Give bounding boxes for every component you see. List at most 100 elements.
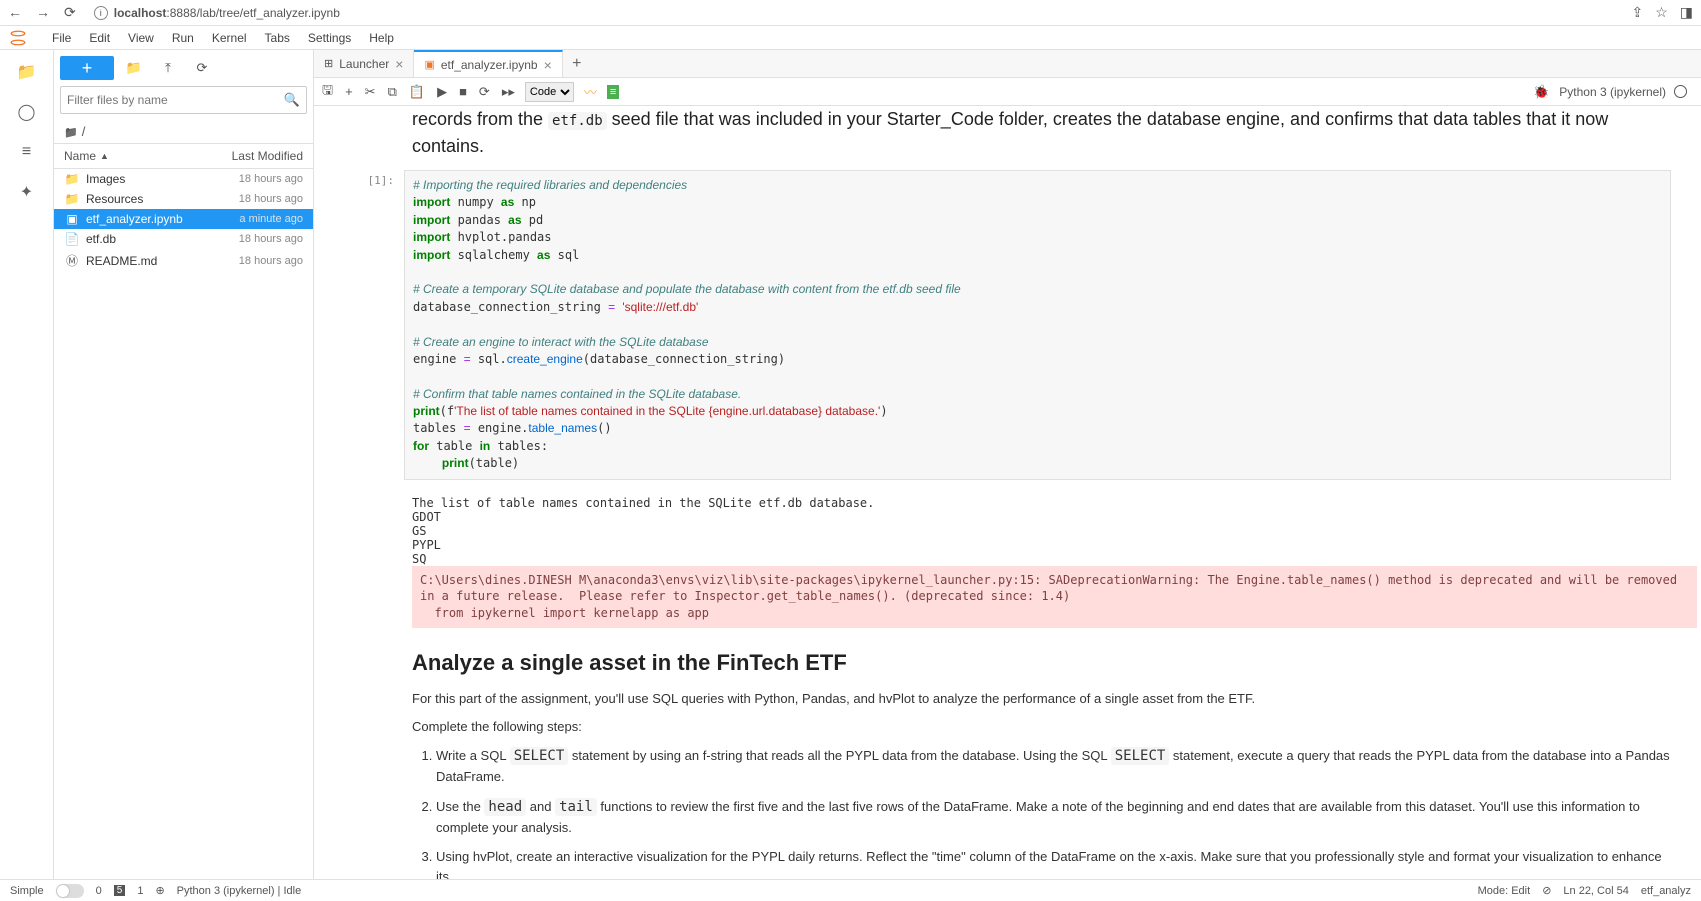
back-icon[interactable]: ← [8,4,22,21]
menu-file[interactable]: File [52,31,71,45]
file-item[interactable]: 📄 etf.db18 hours ago [54,229,313,249]
tab-bar: ⊞ Launcher × etf_analyzer.ipynb × + [314,50,1701,78]
refresh-icon[interactable]: ⟳ [188,56,216,80]
file-type-icon: ▣ [64,212,80,226]
kernel-status-icon[interactable] [1674,85,1687,98]
running-icon[interactable]: ◯ [17,102,37,122]
markdown-cell-section[interactable]: Analyze a single asset in the FinTech ET… [314,646,1701,879]
col-modified[interactable]: Last Modified [232,149,303,163]
url-bar[interactable]: i localhost:8888/lab/tree/etf_analyzer.i… [86,6,1622,20]
breadcrumb[interactable]: / [54,120,313,143]
menu-tabs[interactable]: Tabs [265,31,290,45]
file-name: etf.db [86,232,239,246]
file-item[interactable]: 📁Resources18 hours ago [54,189,313,209]
list-item: Write a SQL SELECT statement by using an… [436,746,1671,787]
file-type-icon: 📄 [64,232,80,246]
stop-icon[interactable]: ■ [457,84,469,99]
paste-icon[interactable]: 📋 [407,84,427,100]
file-modified: a minute ago [239,213,303,225]
list-item: Using hvPlot, create an interactive visu… [436,847,1671,879]
file-list: 📁Images18 hours ago📁Resources18 hours ag… [54,169,313,879]
star-icon[interactable]: ☆ [1655,4,1668,21]
status-bar: Simple 0 5 1 ⊕ Python 3 (ipykernel) | Id… [0,879,1701,901]
new-launcher-button[interactable]: + [60,56,114,80]
file-item[interactable]: ▣etf_analyzer.ipynba minute ago [54,209,313,229]
reload-icon[interactable]: ⟳ [64,4,76,21]
add-cell-icon[interactable]: + [343,84,355,99]
cell-output-text: The list of table names contained in the… [314,490,1701,566]
notebook-icon [424,58,434,71]
status-count-box: 5 [114,885,126,896]
file-modified: 18 hours ago [239,233,303,245]
close-icon[interactable]: × [395,56,403,72]
filter-input[interactable] [67,93,284,107]
code-editor[interactable]: # Importing the required libraries and d… [404,170,1671,480]
notebook-toolbar: 🖫 + ✂ ⧉ 📋 ▶ ■ ⟳ ▸▸ Code 〰 ≡ 🐞 Python 3 (… [314,78,1701,106]
menu-edit[interactable]: Edit [89,31,110,45]
menu-view[interactable]: View [128,31,154,45]
panel-icon[interactable]: ◨ [1680,4,1693,21]
forward-icon[interactable]: → [36,4,50,21]
menu-run[interactable]: Run [172,31,194,45]
tab-launcher[interactable]: ⊞ Launcher × [314,50,414,77]
toc-icon[interactable]: ≡ [17,142,37,162]
cut-icon[interactable]: ✂ [363,84,378,100]
menu-kernel[interactable]: Kernel [212,31,247,45]
restart-icon[interactable]: ⟳ [477,84,492,100]
md-text: records from the [412,109,548,129]
bell-icon[interactable]: ⊘ [1542,884,1551,897]
bug-icon[interactable]: 🐞 [1531,84,1551,100]
share-icon[interactable]: ⇪ [1631,4,1643,21]
list-item: Use the head and tail functions to revie… [436,797,1671,838]
status-count: 0 [96,885,102,897]
file-modified: 18 hours ago [239,255,303,267]
run-icon[interactable]: ▶ [435,84,449,100]
file-type-icon: 📁 [64,172,80,186]
file-browser: + 📁 ⤒ ⟳ 🔍 / Name ▲ Last Modified 📁 Images… [54,50,314,879]
filter-input-wrapper[interactable]: 🔍 [60,86,307,114]
upload-icon[interactable]: ⤒ [154,56,182,80]
fast-forward-icon[interactable]: ▸▸ [500,84,517,100]
chart-icon[interactable]: 〰 [582,82,599,101]
cell-prompt: [1]: [344,170,404,480]
file-modified: 18 hours ago [239,193,303,205]
markdown-cell-top[interactable]: records from the etf.db seed file that w… [314,106,1701,170]
tab-label: etf_analyzer.ipynb [441,58,538,72]
status-count: 1 [137,885,143,897]
section-heading: Analyze a single asset in the FinTech ET… [412,646,1671,679]
info-icon[interactable]: i [94,6,108,20]
file-item[interactable]: 📁 Images18 hours ago [54,169,313,189]
menu-help[interactable]: Help [369,31,394,45]
file-name: Images [86,172,239,186]
tab-label: Launcher [339,57,389,71]
home-folder-icon[interactable] [64,124,78,139]
copy-icon[interactable]: ⧉ [386,84,399,100]
tab-notebook[interactable]: etf_analyzer.ipynb × [414,50,562,77]
cell-output-warning: C:\Users\dines.DINESH M\anaconda3\envs\v… [412,566,1697,628]
kernel-name[interactable]: Python 3 (ipykernel) [1559,85,1666,99]
close-icon[interactable]: × [544,57,552,73]
menu-settings[interactable]: Settings [308,31,351,45]
extension-icon[interactable]: ✦ [17,182,37,202]
simple-toggle[interactable] [56,884,84,898]
col-name[interactable]: Name [64,149,96,163]
add-tab-button[interactable]: + [563,50,591,77]
launcher-icon: ⊞ [324,57,333,70]
cell-type-select[interactable]: Code [525,82,574,102]
notebook-body[interactable]: records from the etf.db seed file that w… [314,106,1701,879]
render-icon[interactable]: ≡ [607,85,619,99]
jupyter-menu-bar: File Edit View Run Kernel Tabs Settings … [0,26,1701,50]
url-host: localhost [114,6,167,20]
code-cell[interactable]: [1]: # Importing the required libraries … [314,170,1701,490]
save-icon[interactable]: 🖫 [320,81,335,103]
file-name: README.md [86,254,239,268]
simple-label: Simple [10,885,44,897]
status-cursor: Ln 22, Col 54 [1563,885,1628,897]
folder-icon[interactable]: 📁 [17,62,37,82]
url-path: :8888/lab/tree/etf_analyzer.ipynb [166,6,339,20]
sort-icon[interactable]: ▲ [100,151,109,161]
file-modified: 18 hours ago [239,173,303,185]
status-kernel[interactable]: Python 3 (ipykernel) | Idle [177,885,302,897]
file-item[interactable]: ⓂREADME.md18 hours ago [54,249,313,272]
new-folder-icon[interactable]: 📁 [120,56,148,80]
